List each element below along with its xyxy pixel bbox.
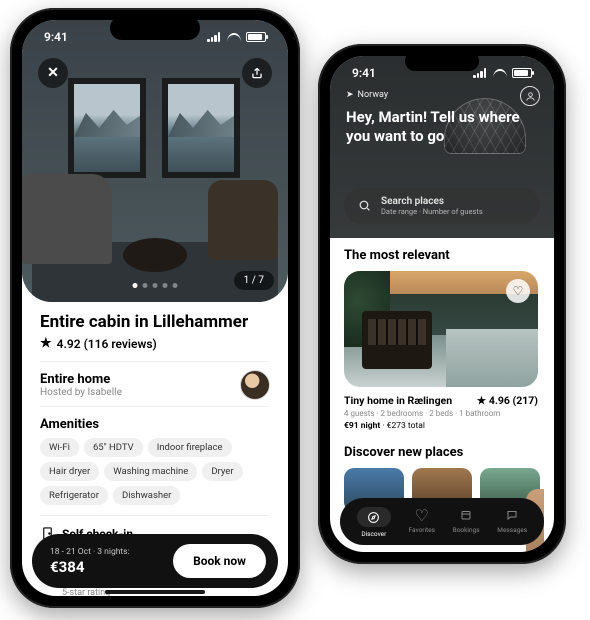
heart-icon: ♡ xyxy=(412,507,432,523)
phone-discover: 9:41 ➤ Norway Hey, Martin! Tell us where… xyxy=(318,44,566,564)
home-type: Entire home xyxy=(40,372,122,387)
rating-text: 4.92 (116 reviews) xyxy=(57,337,157,351)
location-arrow-icon: ➤ xyxy=(346,90,354,100)
amenity-chip[interactable]: Dryer xyxy=(202,462,242,481)
amenity-chip[interactable]: Washing machine xyxy=(104,462,197,481)
compass-icon xyxy=(357,507,391,527)
phone-listing-detail: 9:41 ✕ xyxy=(10,8,300,608)
amenities-list: Wi-Fi 65" HDTV Indoor fireplace Hair dry… xyxy=(40,438,270,505)
card-meta: 4 guests · 2 bedrooms · 2 beds · 1 bathr… xyxy=(344,409,538,418)
profile-button[interactable] xyxy=(520,86,540,106)
amenity-chip[interactable]: Dishwasher xyxy=(113,486,180,505)
tab-discover[interactable]: Discover xyxy=(357,507,391,538)
section-discover: Discover new places xyxy=(344,445,540,460)
card-rating: ★ 4.96 (217) xyxy=(477,394,538,407)
hero-image[interactable]: ✕ 1 / 7 xyxy=(22,20,288,302)
amenity-chip[interactable]: Hair dryer xyxy=(40,462,99,481)
amenity-chip[interactable]: Indoor fireplace xyxy=(148,438,232,457)
home-indicator xyxy=(105,590,205,594)
booking-bar: 18 - 21 Oct · 3 nights: €384 Book now xyxy=(32,534,278,588)
discover-hero: ➤ Norway Hey, Martin! Tell us where you … xyxy=(330,56,554,238)
location-pill[interactable]: ➤ Norway xyxy=(346,90,388,100)
book-now-button[interactable]: Book now xyxy=(173,544,266,578)
tab-favorites[interactable]: ♡ Favorites xyxy=(409,507,436,538)
image-counter: 1 / 7 xyxy=(234,271,274,290)
hosted-by: Hosted by Isabelle xyxy=(40,387,122,398)
amenity-chip[interactable]: Refrigerator xyxy=(40,486,108,505)
notch xyxy=(405,51,479,71)
card-price: €91 night · €273 total xyxy=(344,421,538,431)
favorite-button[interactable]: ♡ xyxy=(506,279,530,303)
chat-icon xyxy=(502,507,522,523)
close-button[interactable]: ✕ xyxy=(38,58,68,88)
rating-row[interactable]: ★ 4.92 (116 reviews) xyxy=(40,336,270,351)
tab-bar: Discover ♡ Favorites Bookings Messages xyxy=(340,498,544,545)
card-image: ♡ xyxy=(344,271,538,387)
battery-icon xyxy=(512,68,532,78)
wifi-icon xyxy=(493,68,507,78)
amenities-heading: Amenities xyxy=(40,417,270,432)
greeting: Hey, Martin! Tell us where you want to g… xyxy=(346,108,538,146)
calendar-icon xyxy=(456,507,476,523)
star-icon: ★ xyxy=(40,336,52,351)
amenity-chip[interactable]: 65" HDTV xyxy=(84,438,143,457)
battery-icon xyxy=(246,32,266,42)
search-icon xyxy=(358,197,371,216)
carousel-dots[interactable] xyxy=(133,283,178,288)
section-relevant: The most relevant xyxy=(344,248,540,263)
booking-dates: 18 - 21 Oct · 3 nights: xyxy=(50,547,130,557)
signal-icon xyxy=(473,68,488,78)
tab-bookings[interactable]: Bookings xyxy=(453,507,480,538)
tab-messages[interactable]: Messages xyxy=(497,507,527,538)
status-time: 9:41 xyxy=(44,30,68,44)
search-input[interactable]: Search places Date range · Number of gue… xyxy=(344,188,540,224)
amenity-chip[interactable]: Wi-Fi xyxy=(40,438,79,457)
status-time: 9:41 xyxy=(352,66,376,80)
listing-card[interactable]: ♡ Tiny home in Rælingen ★ 4.96 (217) 4 g… xyxy=(344,271,538,431)
share-button[interactable] xyxy=(242,58,272,88)
wifi-icon xyxy=(227,32,241,42)
signal-icon xyxy=(207,32,222,42)
listing-title: Entire cabin in Lillehammer xyxy=(40,312,270,332)
card-title: Tiny home in Rælingen xyxy=(344,394,452,407)
notch xyxy=(110,16,200,40)
host-avatar[interactable] xyxy=(240,370,270,400)
booking-price: €384 xyxy=(50,558,130,576)
